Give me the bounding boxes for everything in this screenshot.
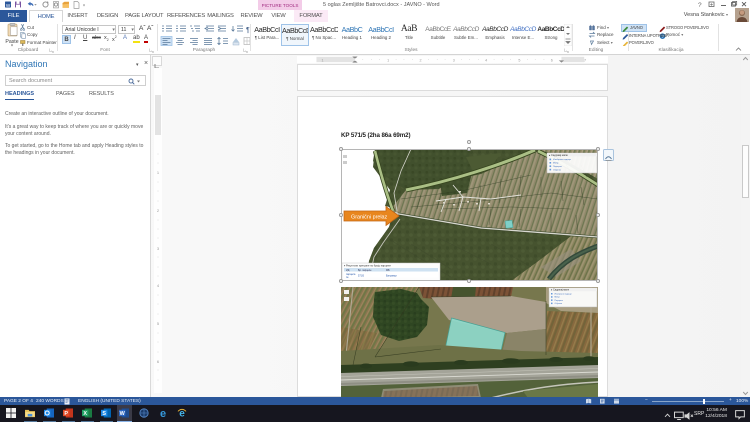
svg-text:2: 2 [420,58,422,62]
svg-text:▾: ▾ [83,3,85,8]
svg-text:Објекти: Објекти [555,302,563,305]
svg-text:W: W [6,3,11,8]
svg-text:3: 3 [453,58,455,62]
svg-text:5: 5 [518,58,520,62]
svg-text:¶: ¶ [246,27,250,34]
svg-text:e: e [160,408,166,418]
svg-text:6: 6 [551,58,553,62]
svg-text:Међе: Међе [555,296,561,299]
svg-text:W: W [120,411,126,417]
svg-text:1: 1 [322,58,324,62]
svg-text:▾: ▾ [11,43,13,47]
svg-text:1: 1 [387,58,389,62]
svg-text:S: S [102,411,106,417]
svg-text:7: 7 [584,58,586,62]
svg-text:X: X [83,411,87,417]
svg-text:?: ? [698,2,702,9]
svg-text:P: P [64,411,68,417]
svg-text:Парцеле: Парцеле [555,300,564,302]
svg-text:▸ Садржај мапе: ▸ Садржај мапе [551,289,570,292]
svg-text:Изабрани подаци: Изабрани подаци [555,294,573,296]
svg-text:4: 4 [485,58,487,62]
